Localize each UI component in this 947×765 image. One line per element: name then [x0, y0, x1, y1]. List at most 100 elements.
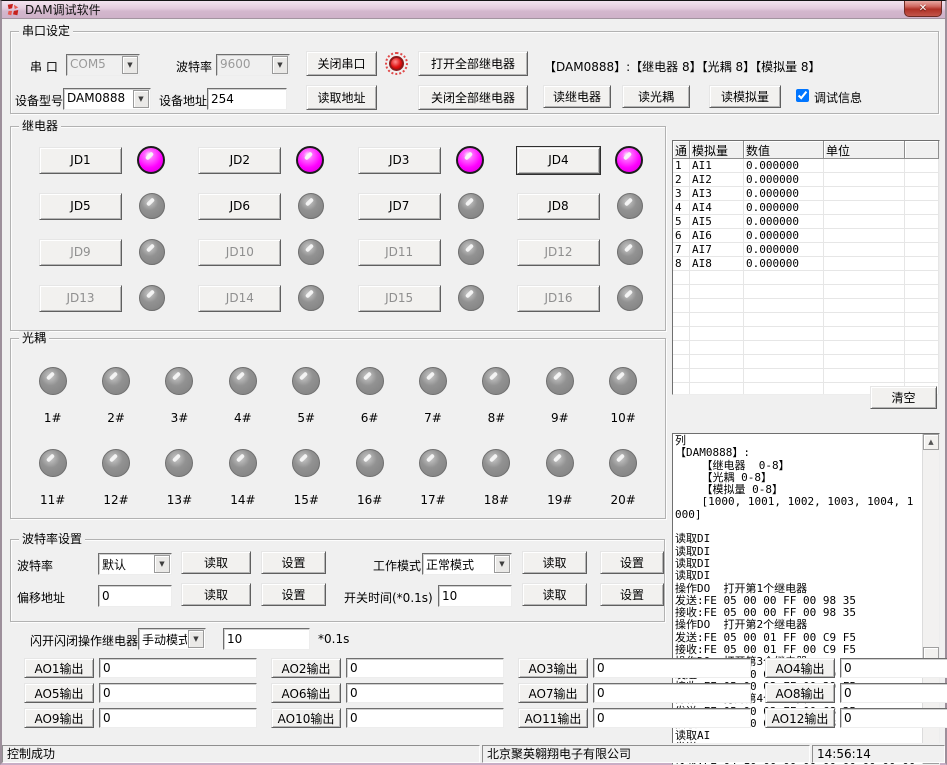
- opto-led-19: [546, 449, 574, 477]
- baud-value: 9600: [217, 55, 271, 75]
- ao3-output-button[interactable]: AO3输出: [518, 658, 588, 678]
- device-address-input[interactable]: [207, 88, 287, 110]
- ao5-cell: AO5输出: [24, 683, 257, 703]
- baud-select[interactable]: 9600 ▼: [216, 54, 290, 76]
- ao4-output-button[interactable]: AO4输出: [765, 658, 835, 678]
- offset-address-input[interactable]: [98, 585, 172, 607]
- ao4-cell: AO4输出: [765, 658, 947, 678]
- opto-group: 光耦 1# 2# 3# 4# 5# 6# 7# 8# 9# 10# 11# 12…: [10, 338, 666, 519]
- analog-table[interactable]: 通 模拟量 数值 单位 1AI10.000000 2AI20.000000 3A…: [672, 140, 940, 395]
- flash-time-input[interactable]: [223, 628, 310, 650]
- switchtime-set-button[interactable]: 设置: [600, 583, 664, 606]
- read-analog-button[interactable]: 读模拟量: [709, 85, 781, 108]
- ao1-value-input[interactable]: [99, 658, 257, 678]
- debug-info-checkbox[interactable]: [796, 89, 809, 102]
- chevron-down-icon: ▼: [494, 555, 510, 573]
- relay-jd13: JD13: [39, 284, 165, 312]
- com-port-label: 串 口: [30, 58, 58, 75]
- com-port-select[interactable]: COM5 ▼: [66, 54, 140, 76]
- switch-time-input[interactable]: [438, 585, 512, 607]
- open-all-relays-button[interactable]: 打开全部继电器: [418, 51, 528, 76]
- opto-led-18: [482, 449, 510, 477]
- ao11-output-button[interactable]: AO11输出: [518, 708, 588, 728]
- opto-led-1: [39, 367, 67, 395]
- ao12-value-input[interactable]: [840, 708, 947, 728]
- relay-button-jd12[interactable]: JD12: [517, 239, 600, 266]
- cell-unit: [824, 173, 905, 187]
- cell-name: AI7: [690, 243, 744, 257]
- relay-jd5: JD5: [39, 192, 165, 220]
- relay-led-jd4: [615, 146, 643, 174]
- cell-ch: 8: [673, 257, 690, 271]
- flash-mode-select[interactable]: 手动模式 ▼: [138, 628, 206, 650]
- relay-button-jd3[interactable]: JD3: [358, 147, 441, 174]
- ao9-output-button[interactable]: AO9输出: [24, 708, 94, 728]
- read-relays-button[interactable]: 读继电器: [543, 85, 611, 108]
- ao10-value-input[interactable]: [346, 708, 504, 728]
- relay-button-jd1[interactable]: JD1: [39, 147, 122, 174]
- cell-name: AI6: [690, 229, 744, 243]
- relay-button-jd8[interactable]: JD8: [517, 193, 600, 220]
- relay-button-jd11[interactable]: JD11: [358, 239, 441, 266]
- switchtime-read-button[interactable]: 读取: [522, 583, 587, 606]
- relay-button-jd7[interactable]: JD7: [358, 193, 441, 220]
- offset-read-button[interactable]: 读取: [181, 583, 251, 606]
- close-button[interactable]: ✕: [904, 1, 942, 17]
- ao7-output-button[interactable]: AO7输出: [518, 683, 588, 703]
- ao8-output-button[interactable]: AO8输出: [765, 683, 835, 703]
- ao4-value-input[interactable]: [840, 658, 947, 678]
- close-port-button[interactable]: 关闭串口: [306, 51, 377, 76]
- serial-group-title: 串口设定: [19, 24, 73, 38]
- ao2-output-button[interactable]: AO2输出: [271, 658, 341, 678]
- offset-set-button[interactable]: 设置: [261, 583, 326, 606]
- relay-button-jd16[interactable]: JD16: [517, 285, 600, 312]
- ao5-output-button[interactable]: AO5输出: [24, 683, 94, 703]
- ao1-output-button[interactable]: AO1输出: [24, 658, 94, 678]
- opto-led-4: [229, 367, 257, 395]
- baud-set-button[interactable]: 设置: [261, 551, 326, 574]
- opto-15: 15#: [276, 449, 336, 507]
- relay-button-jd13[interactable]: JD13: [39, 285, 122, 312]
- ao8-value-input[interactable]: [840, 683, 947, 703]
- relay-button-jd2[interactable]: JD2: [198, 147, 281, 174]
- relay-jd9: JD9: [39, 238, 165, 266]
- ao11-value-input[interactable]: [593, 708, 751, 728]
- relay-button-jd5[interactable]: JD5: [39, 193, 122, 220]
- relay-button-jd10[interactable]: JD10: [198, 239, 281, 266]
- relay-button-jd6[interactable]: JD6: [198, 193, 281, 220]
- read-address-button[interactable]: 读取地址: [306, 85, 377, 110]
- model-select[interactable]: DAM0888 ▼: [63, 88, 151, 110]
- baud2-select[interactable]: 默认 ▼: [98, 553, 172, 575]
- flash-time-unit-label: *0.1s: [318, 632, 349, 646]
- ao6-value-input[interactable]: [346, 683, 504, 703]
- opto-7: 7#: [403, 367, 463, 425]
- relay-button-jd14[interactable]: JD14: [198, 285, 281, 312]
- workmode-read-button[interactable]: 读取: [522, 551, 587, 574]
- relay-button-jd4[interactable]: JD4: [517, 147, 600, 174]
- ao5-value-input[interactable]: [99, 683, 257, 703]
- ao2-value-input[interactable]: [346, 658, 504, 678]
- relay-button-jd9[interactable]: JD9: [39, 239, 122, 266]
- cell-unit: [824, 257, 905, 271]
- offset-address-label: 偏移地址: [17, 589, 65, 606]
- opto-led-2: [102, 367, 130, 395]
- table-row: 1AI10.000000: [673, 159, 939, 173]
- baud-read-button[interactable]: 读取: [181, 551, 251, 574]
- ao3-value-input[interactable]: [593, 658, 751, 678]
- ao12-output-button[interactable]: AO12输出: [765, 708, 835, 728]
- scroll-up-icon[interactable]: ▲: [923, 434, 939, 450]
- ao7-value-input[interactable]: [593, 683, 751, 703]
- opto-20: 20#: [593, 449, 653, 507]
- title-bar[interactable]: DAM调试软件 ✕: [2, 1, 945, 19]
- work-mode-select[interactable]: 正常模式 ▼: [422, 553, 512, 575]
- ao6-output-button[interactable]: AO6输出: [271, 683, 341, 703]
- opto-led-6: [356, 367, 384, 395]
- ao10-output-button[interactable]: AO10输出: [271, 708, 341, 728]
- clear-log-button[interactable]: 清空: [870, 386, 937, 409]
- relay-button-jd15[interactable]: JD15: [358, 285, 441, 312]
- workmode-set-button[interactable]: 设置: [600, 551, 664, 574]
- read-opto-button[interactable]: 读光耦: [622, 85, 690, 108]
- ao9-value-input[interactable]: [99, 708, 257, 728]
- cell-value: 0.000000: [744, 173, 824, 187]
- close-all-relays-button[interactable]: 关闭全部继电器: [418, 85, 528, 110]
